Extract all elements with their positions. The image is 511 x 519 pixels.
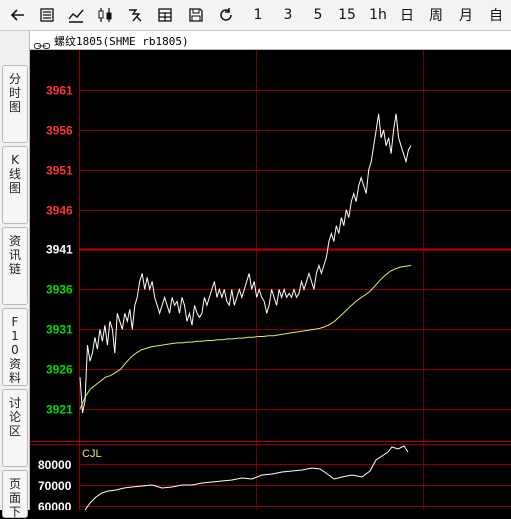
tab-timeshare[interactable]: 分 时 图 [2, 65, 28, 143]
price-y-label: 3941 [46, 243, 73, 257]
intraday-chart[interactable]: 3961 3956 3951 3946 3941 3936 3931 3926 3921 CJL… [30, 50, 511, 510]
candlestick-icon[interactable] [93, 4, 117, 26]
period-1m-button[interactable]: 1 [246, 4, 270, 26]
tab-label: F 1 0 资 料 [8, 315, 21, 385]
tab-news[interactable]: 资 讯 链 [2, 227, 28, 305]
price-y-label: 3946 [46, 204, 73, 218]
period-3m-button[interactable]: 3 [276, 4, 300, 26]
volume-y-label: 60000 [38, 500, 72, 510]
price-y-label: 3921 [46, 403, 73, 417]
price-y-label: 3936 [46, 283, 73, 297]
toolbar: 1 3 5 15 1h 日 周 月 自 [0, 0, 511, 31]
tab-label: 资 讯 链 [8, 234, 21, 276]
volume-panel: CJL 80000 70000 60000 [30, 441, 511, 510]
price-line [79, 113, 412, 414]
price-y-label: 3956 [46, 124, 73, 138]
price-y-label: 3926 [46, 363, 73, 377]
instrument-title-bar: 螺纹1805(SHME rb1805) [30, 31, 511, 50]
trend-line-icon[interactable] [64, 4, 88, 26]
tab-f10[interactable]: F 1 0 资 料 [2, 308, 28, 386]
tab-page-down[interactable]: 页 面 下 [2, 470, 28, 519]
indicator-icon[interactable] [123, 4, 147, 26]
grid-table-icon[interactable] [153, 4, 177, 26]
period-15m-button[interactable]: 15 [335, 4, 359, 26]
period-1h-button[interactable]: 1h [366, 4, 390, 26]
refresh-icon[interactable] [214, 4, 238, 26]
left-tab-bar: 分 时 图 K 线 图 资 讯 链 F 1 0 资 料 讨 论 区 页 面 下 [0, 31, 30, 519]
save-icon[interactable] [184, 4, 208, 26]
tab-label: 页 面 下 [8, 477, 21, 519]
period-week-button[interactable]: 周 [424, 4, 448, 26]
price-y-label: 3931 [46, 323, 73, 337]
list-icon[interactable] [35, 4, 59, 26]
volume-line [84, 445, 409, 510]
tab-label: 讨 论 区 [8, 396, 21, 438]
back-arrow-icon[interactable] [6, 4, 30, 26]
volume-y-label: 80000 [38, 458, 72, 472]
period-custom-button[interactable]: 自 [484, 4, 508, 26]
instrument-title: 螺纹1805(SHME rb1805) [54, 35, 189, 48]
period-month-button[interactable]: 月 [454, 4, 478, 26]
price-y-label: 3951 [46, 164, 73, 178]
tab-label: 分 时 图 [8, 72, 21, 114]
volume-y-label: 70000 [38, 479, 72, 493]
tab-kline[interactable]: K 线 图 [2, 146, 28, 224]
price-y-label: 3961 [46, 84, 73, 98]
period-day-button[interactable]: 日 [395, 4, 419, 26]
tab-discussion[interactable]: 讨 论 区 [2, 389, 28, 467]
period-5m-button[interactable]: 5 [306, 4, 330, 26]
volume-indicator-label: CJL [82, 448, 102, 460]
tab-label: K 线 图 [8, 153, 21, 195]
